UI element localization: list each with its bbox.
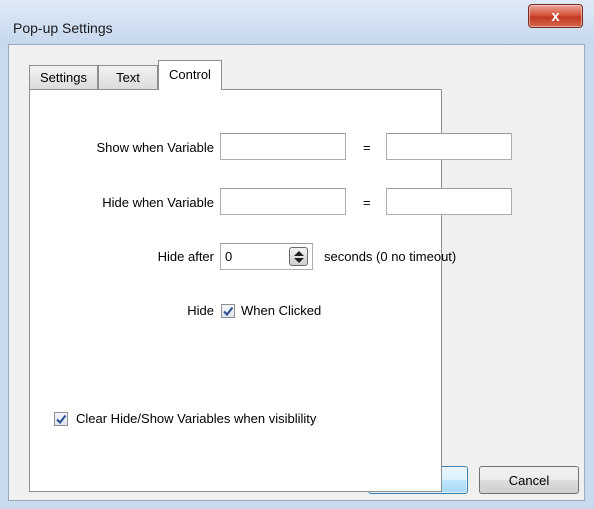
show-when-variable-label: Show when Variable — [96, 140, 214, 155]
when-clicked-label: When Clicked — [241, 303, 322, 318]
tab-text[interactable]: Text — [98, 65, 158, 89]
tab-settings[interactable]: Settings — [29, 65, 98, 89]
show-equals-label: = — [363, 140, 371, 155]
close-button[interactable]: x — [528, 4, 583, 28]
spin-up-icon[interactable] — [293, 250, 304, 256]
when-clicked-checkbox[interactable] — [221, 304, 235, 318]
checkmark-icon — [223, 306, 234, 317]
clear-variables-label: Clear Hide/Show Variables when visiblili… — [76, 411, 317, 426]
clear-variables-checkbox[interactable] — [54, 412, 68, 426]
tab-control[interactable]: Control — [158, 60, 222, 90]
tab-settings-label: Settings — [40, 70, 87, 85]
tab-control-label: Control — [169, 67, 211, 82]
seconds-label: seconds (0 no timeout) — [324, 249, 457, 264]
dialog-window: Pop-up Settings x Settings Text Control … — [0, 0, 594, 509]
hide-value-field[interactable] — [386, 188, 512, 215]
hide-variable-field[interactable] — [220, 188, 346, 215]
hide-label: Hide — [187, 303, 214, 318]
hide-after-label: Hide after — [157, 249, 214, 264]
spin-down-icon[interactable] — [293, 257, 304, 263]
show-value-field[interactable] — [386, 133, 512, 160]
show-variable-field[interactable] — [220, 133, 346, 160]
hide-after-spinner[interactable] — [289, 247, 308, 266]
hide-equals-label: = — [363, 195, 371, 210]
dialog-client-area: Settings Text Control Show when Variable… — [8, 44, 585, 501]
cancel-button-label: Cancel — [508, 472, 550, 488]
checkmark-icon — [56, 414, 67, 425]
hide-when-variable-label: Hide when Variable — [102, 195, 214, 210]
control-tab-panel: Show when Variable = Hide when Variable … — [29, 89, 512, 492]
close-icon: x — [551, 7, 560, 25]
window-title: Pop-up Settings — [13, 20, 113, 36]
tab-text-label: Text — [116, 70, 140, 85]
title-bar[interactable]: Pop-up Settings x — [0, 0, 594, 44]
cancel-button[interactable]: Cancel — [479, 466, 579, 494]
